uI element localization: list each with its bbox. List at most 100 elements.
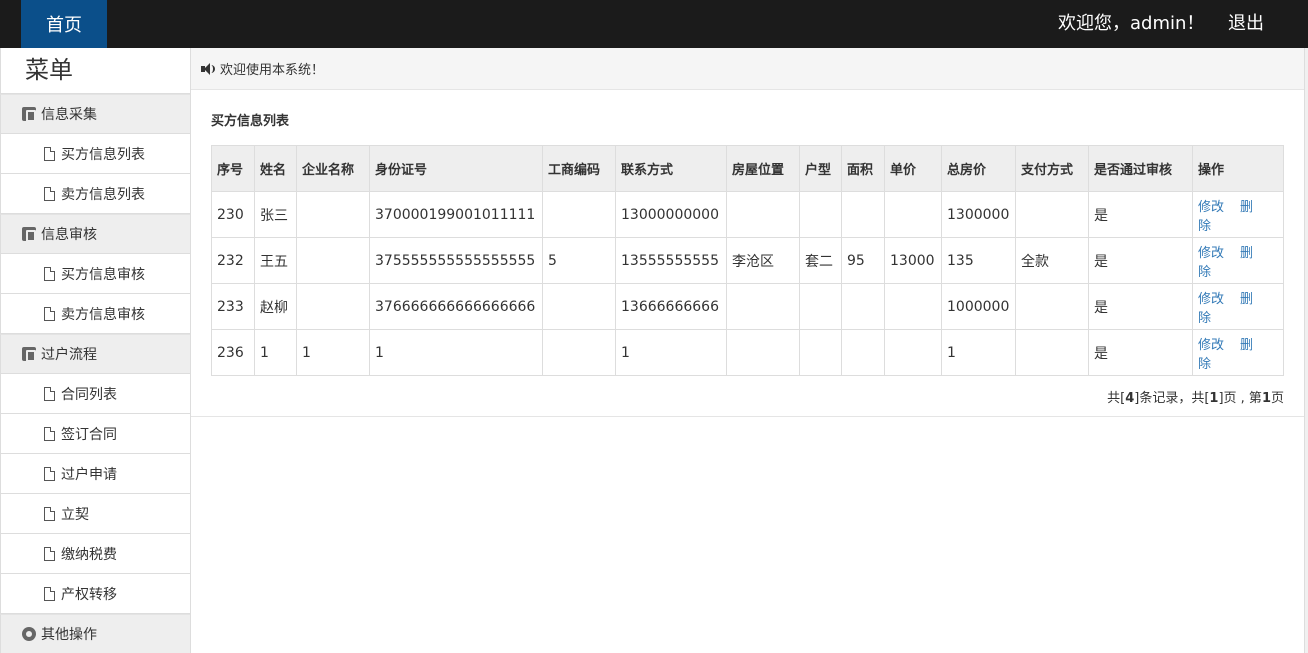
col-header: 企业名称 <box>296 145 370 192</box>
table-cell <box>296 283 370 330</box>
col-header: 户型 <box>799 145 842 192</box>
file-icon <box>44 306 55 321</box>
table-cell: 套二 <box>799 237 842 284</box>
table-cell: 1300000 <box>941 191 1016 238</box>
table-header-row: 序号 姓名 企业名称 身份证号 工商编码 联系方式 房屋位置 户型 面积 单价 … <box>211 145 1284 192</box>
col-header: 支付方式 <box>1015 145 1089 192</box>
sidebar-item-label: 缴纳税费 <box>61 546 117 563</box>
sidebar-item-contract-list[interactable]: 合同列表 <box>0 374 190 414</box>
sidebar-item-sign-contract[interactable]: 签订合同 <box>0 414 190 454</box>
table-cell <box>542 283 616 330</box>
table-cell <box>841 191 885 238</box>
sidebar-item-seller-review[interactable]: 卖方信息审核 <box>0 294 190 334</box>
sidebar-group-label: 信息审核 <box>41 227 97 243</box>
sidebar-item-seller-list[interactable]: 卖方信息列表 <box>0 174 190 214</box>
table-cell <box>296 237 370 284</box>
col-header: 总房价 <box>941 145 1016 192</box>
table-cell: 是 <box>1088 283 1193 330</box>
sidebar-group-info-review[interactable]: 信息审核 <box>0 214 190 254</box>
table-cell <box>542 191 616 238</box>
table-cell: 13666666666 <box>615 283 727 330</box>
table-cell: 是 <box>1088 191 1193 238</box>
table-cell <box>884 329 942 376</box>
sidebar-item-deed[interactable]: 立契 <box>0 494 190 534</box>
table-row: 233 赵柳 376666666666666666 13666666666 10… <box>211 283 1284 330</box>
sidebar-group-info-collection[interactable]: 信息采集 <box>0 94 190 134</box>
home-tab[interactable]: 首页 <box>21 0 107 48</box>
file-icon <box>44 266 55 281</box>
table-cell <box>841 283 885 330</box>
col-header: 单价 <box>884 145 942 192</box>
actions-cell: 修改 删除 <box>1192 283 1284 330</box>
table-cell: 1 <box>941 329 1016 376</box>
sidebar-item-pay-tax[interactable]: 缴纳税费 <box>0 534 190 574</box>
table-cell: 李沧区 <box>726 237 800 284</box>
table-cell: 是 <box>1088 329 1193 376</box>
sidebar-item-buyer-review[interactable]: 买方信息审核 <box>0 254 190 294</box>
col-header: 姓名 <box>254 145 297 192</box>
edit-link[interactable]: 修改 <box>1198 338 1224 353</box>
sidebar: 菜单 信息采集 买方信息列表 卖方信息列表 信息审核 买方信息审核 卖方信息审核… <box>0 48 191 653</box>
table-cell <box>726 283 800 330</box>
sidebar-item-label: 产权转移 <box>61 586 117 603</box>
edit-link[interactable]: 修改 <box>1198 292 1224 307</box>
bold-b-icon <box>22 347 36 362</box>
edit-link[interactable]: 修改 <box>1198 246 1224 261</box>
col-header: 房屋位置 <box>726 145 800 192</box>
logout-link[interactable]: 退出 <box>1228 0 1264 48</box>
table-cell <box>542 329 616 376</box>
sidebar-item-label: 卖方信息审核 <box>61 306 145 323</box>
pager-suffix: 页 <box>1270 391 1284 406</box>
table-cell: 张三 <box>254 191 297 238</box>
table-cell: 1 <box>615 329 727 376</box>
buyer-table: 序号 姓名 企业名称 身份证号 工商编码 联系方式 房屋位置 户型 面积 单价 … <box>211 145 1284 376</box>
notice-text: 欢迎使用本系统！ <box>220 63 325 78</box>
main-content: 欢迎使用本系统！ 买方信息列表 序号 姓名 企业名称 身份证号 工商编码 联系方… <box>191 48 1304 653</box>
menu-title: 菜单 <box>0 48 190 94</box>
table-cell: 236 <box>211 329 255 376</box>
file-icon <box>44 506 55 521</box>
top-navbar: 首页 欢迎您，admin！ 退出 <box>0 0 1308 48</box>
sidebar-item-label: 买方信息列表 <box>61 146 145 163</box>
sidebar-item-transfer-apply[interactable]: 过户申请 <box>0 454 190 494</box>
table-cell <box>1015 283 1089 330</box>
pager-current: 1 <box>1261 391 1271 406</box>
list-title: 买方信息列表 <box>211 114 290 129</box>
table-cell: 135 <box>941 237 1016 284</box>
table-row: 232 王五 375555555555555555 5 13555555555 … <box>211 237 1284 284</box>
table-cell: 13555555555 <box>615 237 727 284</box>
pagination-info: 共[4]条记录，共[1]页 , 第1页 <box>1107 387 1284 406</box>
table-cell: 375555555555555555 <box>369 237 543 284</box>
col-header: 面积 <box>841 145 885 192</box>
table-cell: 1 <box>296 329 370 376</box>
table-cell: 370000199001011111 <box>369 191 543 238</box>
table-cell: 233 <box>211 283 255 330</box>
table-cell: 1 <box>254 329 297 376</box>
file-icon <box>44 546 55 561</box>
sidebar-item-label: 立契 <box>61 506 89 523</box>
file-icon <box>44 426 55 441</box>
table-cell <box>799 329 842 376</box>
col-header: 联系方式 <box>615 145 727 192</box>
file-icon <box>44 466 55 481</box>
sidebar-group-transfer-process[interactable]: 过户流程 <box>0 334 190 374</box>
table-cell: 13000 <box>884 237 942 284</box>
table-row: 230 张三 370000199001011111 13000000000 13… <box>211 191 1284 238</box>
scrollbar-track[interactable] <box>1304 48 1308 653</box>
welcome-user-text: 欢迎您，admin！ <box>1058 13 1205 34</box>
table-cell: 232 <box>211 237 255 284</box>
sidebar-item-label: 签订合同 <box>61 426 117 443</box>
sidebar-item-title-transfer[interactable]: 产权转移 <box>0 574 190 614</box>
table-cell: 1000000 <box>941 283 1016 330</box>
edit-link[interactable]: 修改 <box>1198 200 1224 215</box>
sidebar-item-label: 卖方信息列表 <box>61 186 145 203</box>
table-cell <box>884 283 942 330</box>
sidebar-item-label: 合同列表 <box>61 386 117 403</box>
table-cell <box>1015 329 1089 376</box>
pager-mid2: ]页 , 第 <box>1218 391 1262 406</box>
sidebar-item-buyer-list[interactable]: 买方信息列表 <box>0 134 190 174</box>
actions-cell: 修改 删除 <box>1192 191 1284 238</box>
table-cell: 全款 <box>1015 237 1089 284</box>
pager-prefix: 共[ <box>1107 391 1126 406</box>
sidebar-group-other[interactable]: 其他操作 <box>0 614 190 653</box>
